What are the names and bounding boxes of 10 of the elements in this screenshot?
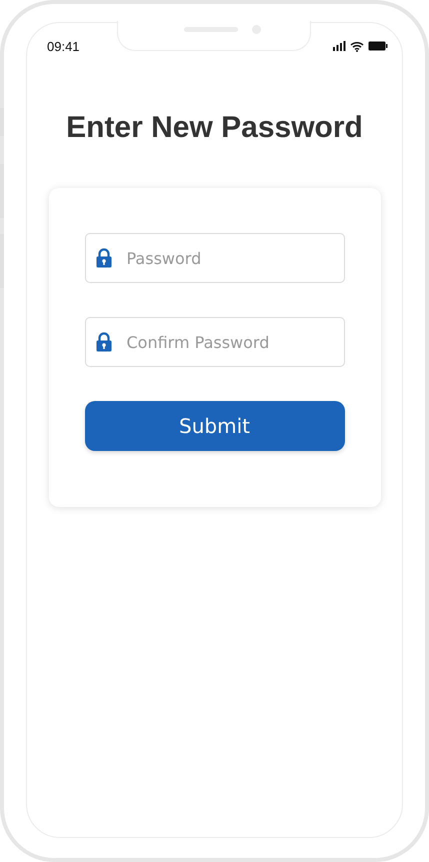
page-title: Enter New Password xyxy=(66,111,363,145)
battery-icon xyxy=(368,41,388,51)
lock-icon xyxy=(96,332,112,352)
status-time: 09:41 xyxy=(47,38,80,54)
lock-icon xyxy=(96,248,112,268)
password-field[interactable]: Confirm Password xyxy=(84,317,344,367)
wifi-icon xyxy=(350,40,364,52)
signal-icon xyxy=(333,41,346,51)
password-field[interactable]: Password xyxy=(84,233,344,283)
submit-button[interactable]: Submit xyxy=(84,401,344,451)
